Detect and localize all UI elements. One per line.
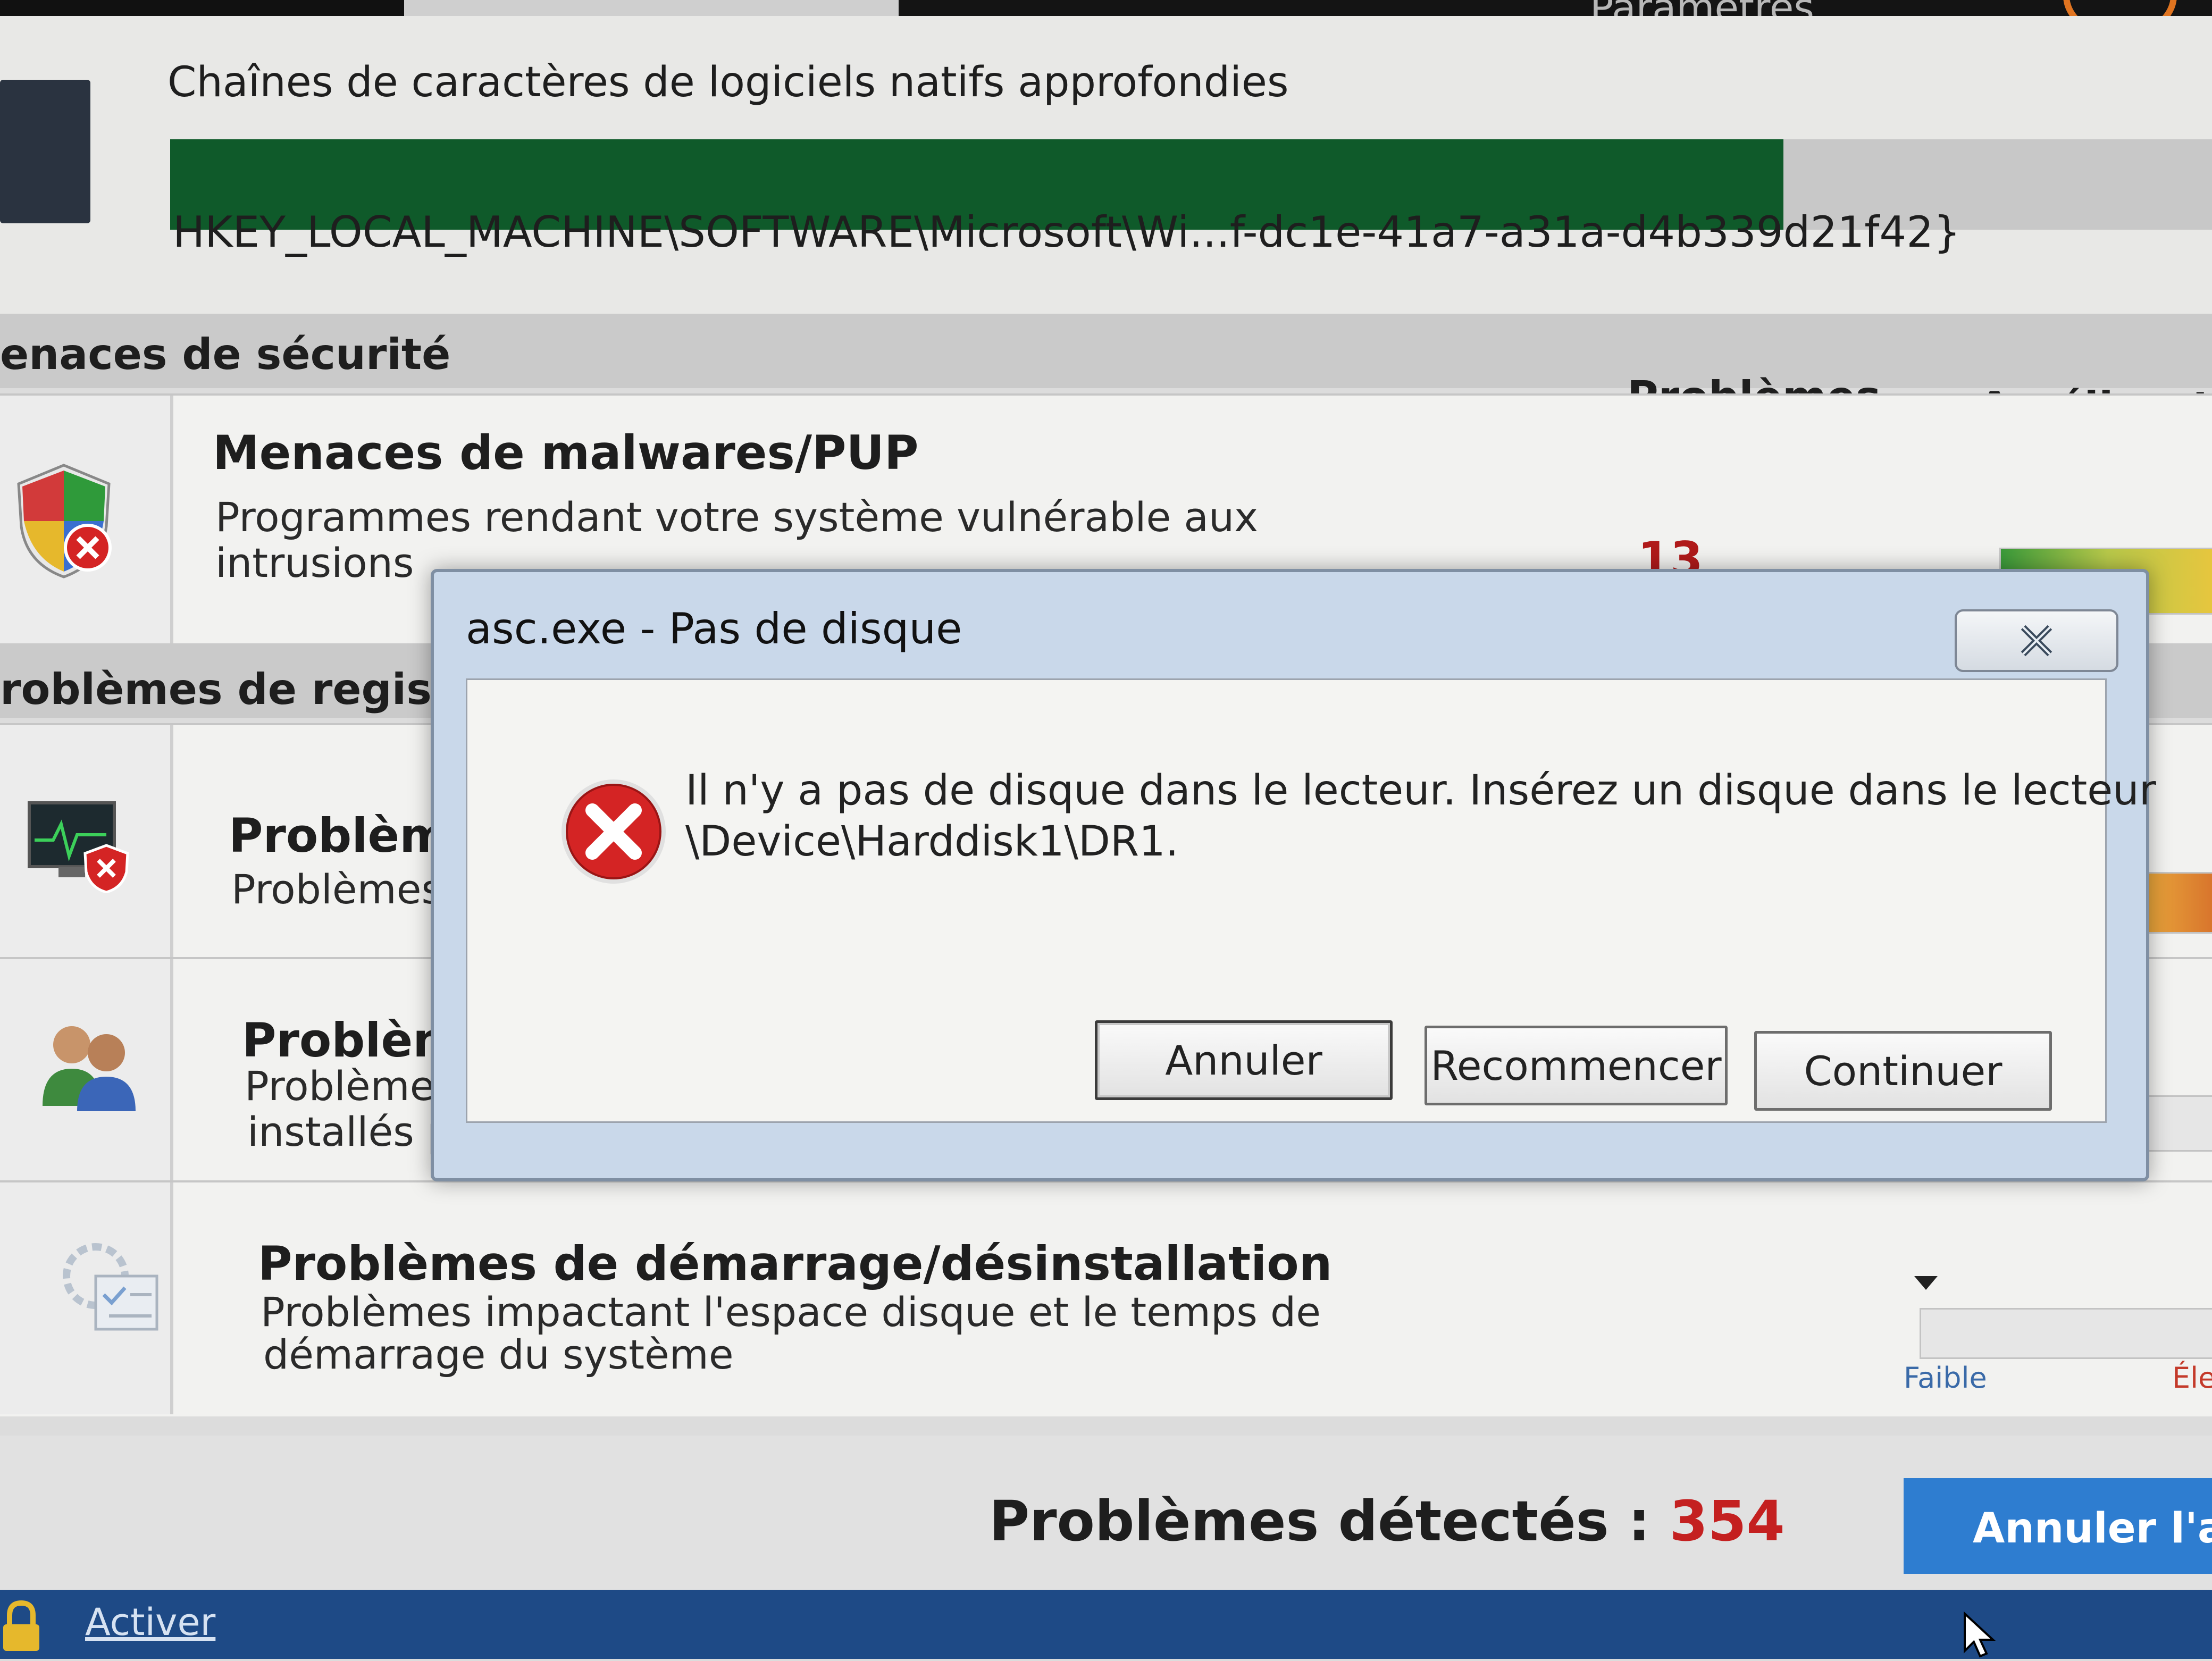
dialog-close-button[interactable]	[1955, 609, 2118, 672]
lock-icon	[0, 1600, 43, 1656]
meter-pointer-icon	[1914, 1276, 1938, 1290]
status-bar	[0, 1590, 2212, 1659]
malware-row-desc-line1: Programmes rendant votre système vulnéra…	[215, 493, 1259, 541]
shield-icon	[11, 463, 117, 582]
malware-row-title: Menaces de malwares/PUP	[213, 425, 919, 480]
cancel-button[interactable]: Annuler	[1095, 1020, 1393, 1100]
startup-row-desc-line2: démarrage du système	[263, 1331, 734, 1378]
mouse-cursor-icon	[1962, 1611, 1999, 1661]
dialog-message-line2: \Device\Harddisk1\DR1.	[685, 818, 1179, 866]
dialog-title: asc.exe - Pas de disque	[466, 604, 962, 653]
monitor-shield-icon	[27, 798, 133, 895]
startup-scale-high: Éle	[2172, 1361, 2212, 1395]
startup-scale-low: Faible	[1904, 1361, 1987, 1395]
error-icon	[558, 776, 669, 890]
users-icon	[37, 1021, 144, 1113]
malware-row-desc-line2: intrusions	[215, 539, 414, 586]
startup-row-title: Problèmes de démarrage/désinstallation	[258, 1236, 1333, 1291]
no-disk-dialog: asc.exe - Pas de disque Il n'y a pas de …	[431, 569, 2156, 1181]
retry-button[interactable]: Recommencer	[1425, 1026, 1728, 1105]
startup-row-desc-line1: Problèmes impactant l'espace disque et l…	[261, 1288, 1321, 1336]
registry-row-1-title: Problèm	[229, 808, 448, 863]
registry-section-title: roblèmes de registre	[0, 665, 502, 714]
dialog-body: Il n'y a pas de disque dans le lecteur. …	[466, 678, 2156, 1123]
activate-link[interactable]: Activer	[85, 1600, 215, 1644]
security-section-title: enaces de sécurité	[0, 330, 451, 379]
startup-icon	[58, 1239, 165, 1337]
startup-meter	[1920, 1308, 2212, 1359]
dialog-message: Il n'y a pas de disque dans le lecteur. …	[685, 765, 2156, 867]
scan-thumbnail	[0, 80, 90, 223]
registry-row-2-desc-line1: Problèmes	[245, 1062, 456, 1110]
problems-detected-count: 354	[1669, 1489, 1785, 1554]
continue-button[interactable]: Continuer	[1754, 1031, 2052, 1111]
close-icon	[2021, 625, 2052, 657]
scan-current-path: HKEY_LOCAL_MACHINE\SOFTWARE\Microsoft\Wi…	[173, 207, 1961, 257]
registry-row-2-title: Problèm	[242, 1013, 462, 1068]
scan-title: Chaînes de caractères de logiciels natif…	[167, 58, 1289, 106]
registry-row-1-desc: Problèmes	[231, 866, 443, 913]
problems-detected: Problèmes détectés : 354	[989, 1489, 1785, 1554]
dialog-message-line1: Il n'y a pas de disque dans le lecteur. …	[685, 767, 2156, 815]
problems-detected-label: Problèmes détectés :	[989, 1489, 1670, 1554]
cancel-analysis-button[interactable]: Annuler l'an	[1904, 1478, 2212, 1574]
